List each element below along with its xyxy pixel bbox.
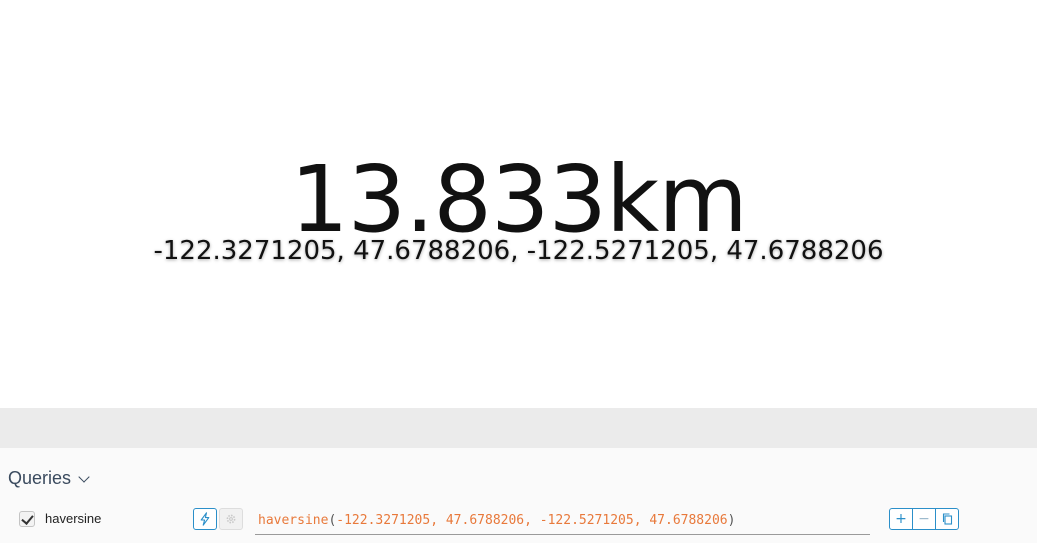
bolt-icon (200, 512, 210, 526)
duplicate-query-button[interactable] (935, 508, 959, 530)
query-arguments: -122.3271205, 47.6788206, -122.5271205, … (336, 513, 728, 528)
remove-query-button[interactable]: − (912, 508, 936, 530)
queries-header-label: Queries (8, 468, 72, 488)
bolt-button[interactable] (193, 508, 217, 530)
gear-icon (226, 514, 236, 524)
chevron-down-icon (78, 470, 90, 483)
query-expression-input[interactable]: haversine(-122.3271205, 47.6788206, -122… (255, 506, 870, 535)
query-row: haversine haversine(-122.3271205, 47.678… (0, 506, 1037, 536)
query-name: haversine (45, 511, 102, 526)
query-function-name: haversine (258, 513, 329, 528)
copy-icon (942, 513, 952, 525)
big-number-subtitle: -122.3271205, 47.6788206, -122.5271205, … (153, 236, 884, 266)
checkmark-icon (21, 512, 34, 525)
visualization-area: 13.833km -122.3271205, 47.6788206, -122.… (0, 0, 1037, 408)
add-query-button[interactable]: + (889, 508, 913, 530)
queries-toggle[interactable]: Queries (8, 468, 90, 489)
query-controls: + − (889, 508, 959, 530)
query-close-paren: ) (727, 513, 736, 528)
settings-button[interactable] (219, 508, 243, 530)
query-enabled-checkbox[interactable] (19, 511, 35, 527)
panel-divider[interactable] (0, 408, 1037, 448)
